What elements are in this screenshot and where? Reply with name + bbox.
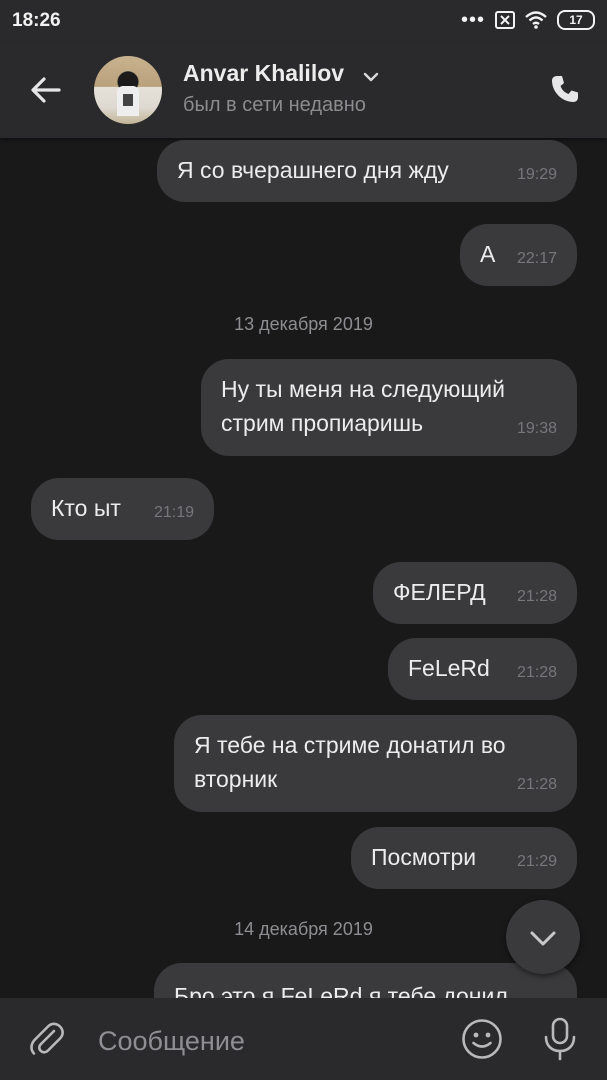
message-text: FeLeRd <box>408 655 490 681</box>
message-text: А <box>480 241 496 267</box>
message-time: 22:17 <box>516 250 557 267</box>
chevron-down-icon <box>530 931 556 946</box>
chevron-down-icon[interactable] <box>362 68 380 86</box>
message-time: 21:19 <box>153 504 194 521</box>
avatar[interactable] <box>94 56 162 124</box>
message-time: 21:28 <box>516 776 557 793</box>
message-text: ФЕЛЕРД <box>393 579 486 605</box>
message-text: Я со вчерашнего дня жду <box>177 157 449 183</box>
wifi-icon <box>525 11 547 29</box>
chat-header: Anvar Khalilov был в сети недавно <box>0 42 607 138</box>
scroll-to-bottom-button[interactable] <box>506 900 580 974</box>
date-separator: 13 декабря 2019 <box>234 314 373 334</box>
phone-icon[interactable] <box>549 73 581 105</box>
message-text: Ну ты меня на следующий стрим пропиаришь <box>221 376 505 436</box>
message-text: Кто ыт <box>51 495 121 521</box>
battery-icon: 17 <box>557 10 595 30</box>
sim-off-icon <box>495 11 515 29</box>
status-bar: 18:26 ••• 17 <box>0 0 607 42</box>
message-list[interactable]: Я со вчерашнего дня жду 19:29 А 22:17 13… <box>0 138 607 998</box>
message-input[interactable] <box>96 1020 440 1062</box>
more-notifications-icon: ••• <box>460 9 485 31</box>
message-bubble[interactable]: Я тебе на стриме донатил во вторник 21:2… <box>174 715 577 812</box>
arrow-left-icon[interactable] <box>26 70 66 110</box>
message-time: 21:28 <box>516 588 557 605</box>
message-bubble[interactable]: А 22:17 <box>460 224 577 286</box>
contact-status: был в сети недавно <box>183 94 366 116</box>
status-time: 18:26 <box>12 10 61 31</box>
message-text: Бро это я FeLeRd я тебе донил <box>174 983 508 998</box>
microphone-icon[interactable] <box>540 1016 580 1062</box>
message-bubble[interactable]: Кто ыт 21:19 <box>31 478 214 540</box>
message-time: 21:29 <box>516 853 557 870</box>
contact-name[interactable]: Anvar Khalilov <box>183 60 344 87</box>
message-time: 21:28 <box>516 664 557 681</box>
status-icons: ••• 17 <box>461 10 595 30</box>
message-time: 19:38 <box>516 420 557 437</box>
paperclip-icon[interactable] <box>28 1020 66 1058</box>
message-text: Я тебе на стриме донатил во вторник <box>194 732 506 792</box>
message-composer <box>0 998 607 1080</box>
message-text: Посмотри <box>371 844 477 870</box>
smiley-icon[interactable] <box>461 1018 503 1060</box>
message-bubble[interactable]: FeLeRd 21:28 <box>388 638 577 700</box>
message-bubble[interactable]: Я со вчерашнего дня жду 19:29 <box>157 140 577 202</box>
message-bubble[interactable]: Ну ты меня на следующий стрим пропиаришь… <box>201 359 577 456</box>
message-bubble[interactable]: Посмотри 21:29 <box>351 827 577 889</box>
message-time: 19:29 <box>516 166 557 183</box>
message-bubble[interactable]: ФЕЛЕРД 21:28 <box>373 562 577 624</box>
